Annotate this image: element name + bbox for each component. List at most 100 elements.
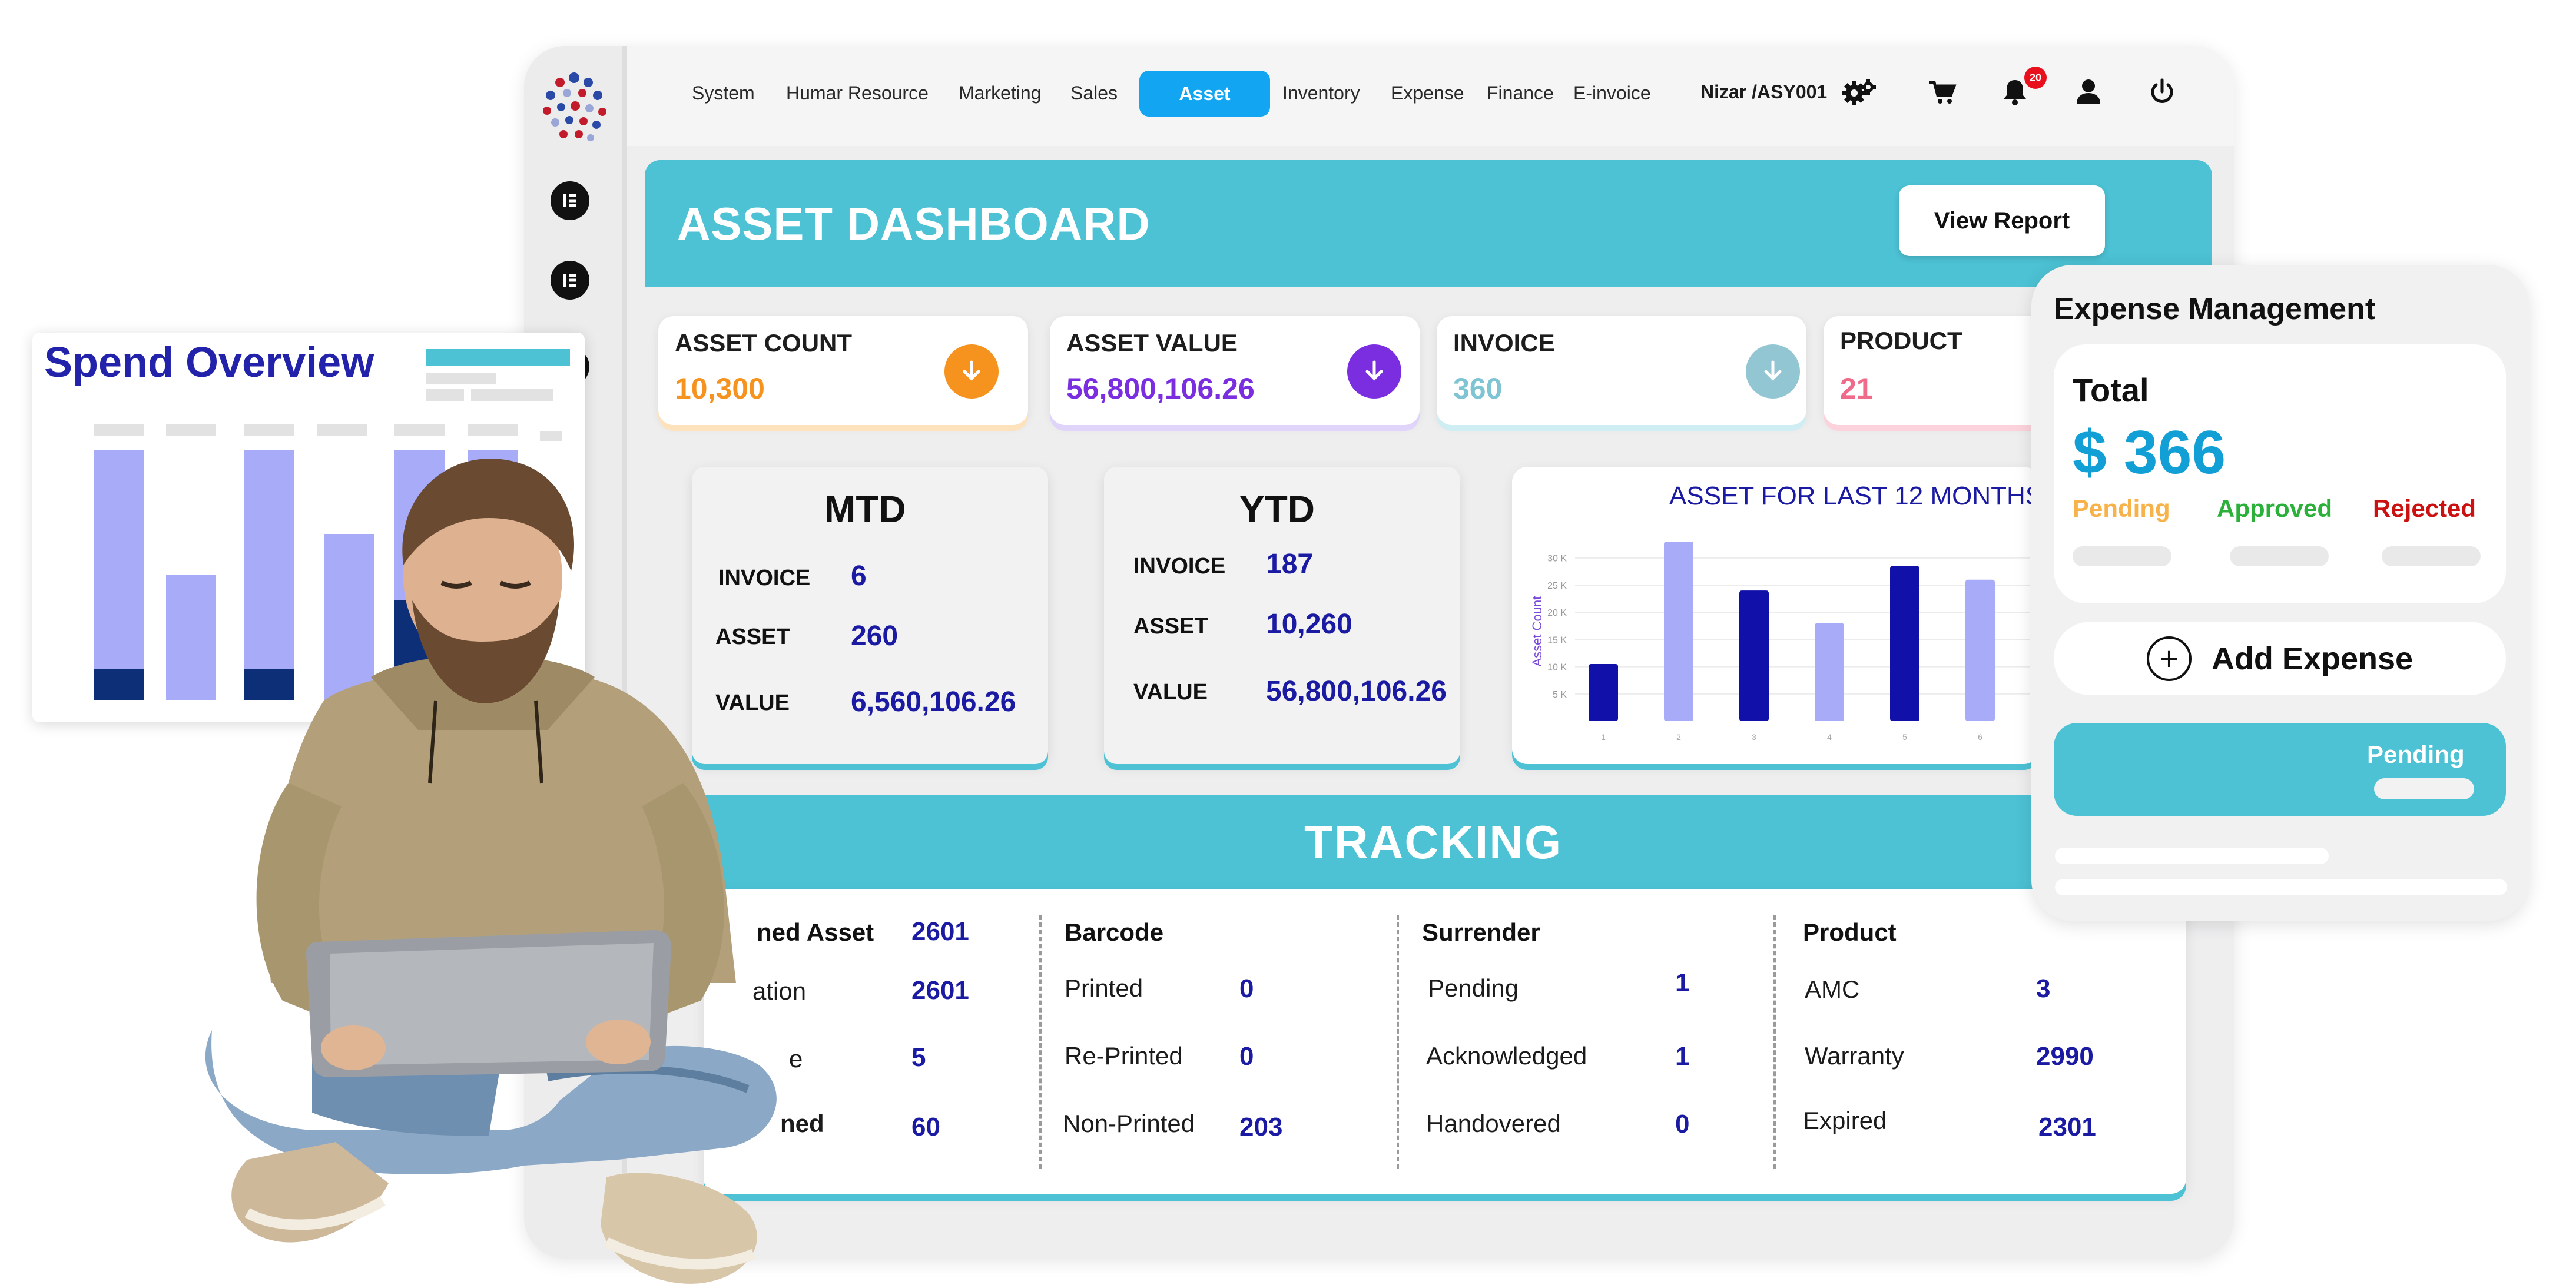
kpi-label: ASSET COUNT <box>675 329 853 357</box>
chart-bar[interactable] <box>1965 579 1995 721</box>
status-rejected[interactable]: Rejected <box>2373 494 2476 523</box>
kpi-card-invoice[interactable]: INVOICE 360 <box>1437 316 1806 425</box>
nav-item-human-resource[interactable]: Humar Resource <box>786 82 929 106</box>
tracking-product-warranty-value: 2990 <box>2036 1042 2094 1071</box>
elementor-icon[interactable] <box>551 181 589 220</box>
chart-bar[interactable] <box>1815 623 1844 721</box>
kpi-card-asset-count[interactable]: ASSET COUNT 10,300 <box>658 316 1028 425</box>
expense-title: Expense Management <box>2054 292 2376 326</box>
nav-item-sales[interactable]: Sales <box>1070 82 1118 106</box>
mtd-value-value: 6,560,106.26 <box>851 686 1016 718</box>
cart-icon[interactable] <box>1922 73 1960 111</box>
tracking-surrender-heading: Surrender <box>1422 918 1540 946</box>
arrow-down-icon <box>944 344 999 399</box>
chart-bar[interactable] <box>1664 542 1693 721</box>
mtd-invoice-value: 6 <box>851 560 867 592</box>
status-approved[interactable]: Approved <box>2217 494 2332 523</box>
mtd-asset-value: 260 <box>851 620 899 652</box>
chart-y-tick-label: 30 K <box>1547 554 1567 564</box>
ytd-value-value: 56,800,106.26 <box>1266 676 1447 707</box>
user-name[interactable]: Nizar /ASY001 <box>1700 81 1827 103</box>
pending-label: Pending <box>2367 741 2465 768</box>
person-with-laptop-illustration <box>205 459 777 1284</box>
tracking-surrender-acknowledged-value: 1 <box>1675 1042 1690 1071</box>
chart-y-axis-label: Asset Count <box>1530 596 1544 667</box>
nav-item-marketing[interactable]: Marketing <box>959 82 1042 106</box>
chart-bar[interactable] <box>1589 663 1618 721</box>
nav-item-system[interactable]: System <box>692 82 755 106</box>
chart-title: ASSET FOR LAST 12 MONTHS <box>1669 482 2043 510</box>
tracking-col1-row2-value: 5 <box>911 1043 926 1072</box>
ytd-asset-value: 10,260 <box>1266 609 1352 640</box>
chart-bar[interactable] <box>1890 566 1919 721</box>
chart-y-tick-label: 5 K <box>1553 690 1567 700</box>
column-divider <box>1397 915 1399 1169</box>
tracking-product-expired-label: Expired <box>1803 1107 1887 1134</box>
kpi-value: 56,800,106.26 <box>1066 372 1255 405</box>
tracking-surrender-handovered-label: Handovered <box>1426 1110 1561 1137</box>
tracking-col1-heading-value: 2601 <box>911 917 969 946</box>
placeholder-bar <box>2055 879 2507 895</box>
pending-card[interactable] <box>2054 723 2506 816</box>
chart-x-tick-label: 6 <box>1978 732 1982 742</box>
add-expense-label: Add Expense <box>2211 640 2413 676</box>
tracking-barcode-nonprinted-value: 203 <box>1239 1113 1283 1141</box>
tracking-barcode-reprinted-label: Re-Printed <box>1065 1042 1183 1070</box>
chart-bar[interactable] <box>1739 590 1769 721</box>
plus-icon: + <box>2146 636 2192 681</box>
chart-y-tick-label: 20 K <box>1547 608 1567 618</box>
tracking-title: TRACKING <box>1304 816 1563 868</box>
tracking-product-amc-label: AMC <box>1805 975 1860 1003</box>
nav-item-e-invoice[interactable]: E-invoice <box>1573 82 1651 106</box>
chart-x-tick-label: 2 <box>1676 732 1681 742</box>
tracking-col1-row1-value: 2601 <box>911 976 969 1005</box>
expense-total-value: $ 366 <box>2073 419 2226 487</box>
kpi-value: 21 <box>1840 372 1873 405</box>
company-logo <box>543 72 606 141</box>
nav-item-inventory[interactable]: Inventory <box>1282 82 1360 106</box>
gear-icon[interactable] <box>1840 73 1878 111</box>
kpi-label: INVOICE <box>1453 329 1555 357</box>
chart-y-tick-label: 25 K <box>1547 581 1567 591</box>
tracking-product-warranty-label: Warranty <box>1805 1042 1904 1070</box>
notification-badge: 20 <box>2024 67 2047 89</box>
tracking-barcode-nonprinted-label: Non-Printed <box>1063 1110 1195 1137</box>
tracking-col1-row3-value: 60 <box>911 1113 940 1141</box>
tracking-product-expired-value: 2301 <box>2038 1113 2096 1141</box>
chart-x-tick-label: 5 <box>1902 732 1907 742</box>
mtd-title: MTD <box>824 488 906 530</box>
tracking-surrender-pending-label: Pending <box>1428 974 1519 1002</box>
view-report-button[interactable]: View Report <box>1899 185 2105 256</box>
chart-x-tick-label: 3 <box>1752 732 1756 742</box>
kpi-value: 360 <box>1453 372 1503 405</box>
ytd-card: YTD INVOICE 187 ASSET 10,260 VALUE 56,80… <box>1104 467 1460 764</box>
kpi-value: 10,300 <box>675 372 765 405</box>
tracking-barcode-printed-label: Printed <box>1065 974 1143 1002</box>
kpi-card-asset-value[interactable]: ASSET VALUE 56,800,106.26 <box>1050 316 1420 425</box>
tracking-barcode-printed-value: 0 <box>1239 974 1254 1003</box>
user-icon[interactable] <box>2070 73 2107 111</box>
ytd-invoice-value: 187 <box>1266 549 1314 580</box>
nav-item-finance[interactable]: Finance <box>1487 82 1554 106</box>
ytd-value-label: VALUE <box>1133 680 1208 705</box>
pending-pill <box>2374 778 2474 799</box>
chart-x-tick-label: 1 <box>1601 732 1606 742</box>
nav-item-expense[interactable]: Expense <box>1391 82 1464 106</box>
status-rejected-pill <box>2382 546 2481 566</box>
status-pending[interactable]: Pending <box>2073 494 2170 523</box>
kpi-card-product[interactable]: PRODUCT 21 <box>1824 316 2059 425</box>
ytd-invoice-label: INVOICE <box>1133 554 1226 579</box>
arrow-down-icon <box>1347 344 1401 399</box>
nav-item-asset[interactable]: Asset <box>1139 71 1270 117</box>
tracking-product-heading: Product <box>1803 918 1897 946</box>
power-icon[interactable] <box>2143 73 2181 111</box>
tracking-surrender-handovered-value: 0 <box>1675 1110 1690 1138</box>
column-divider <box>1773 915 1776 1169</box>
kpi-label: PRODUCT <box>1840 327 1962 354</box>
tracking-product-amc-value: 3 <box>2036 974 2051 1003</box>
ytd-asset-label: ASSET <box>1133 614 1208 639</box>
column-divider <box>1039 915 1042 1169</box>
status-approved-pill <box>2230 546 2329 566</box>
elementor-icon[interactable] <box>551 261 589 300</box>
add-expense-button[interactable]: + Add Expense <box>2054 622 2506 695</box>
